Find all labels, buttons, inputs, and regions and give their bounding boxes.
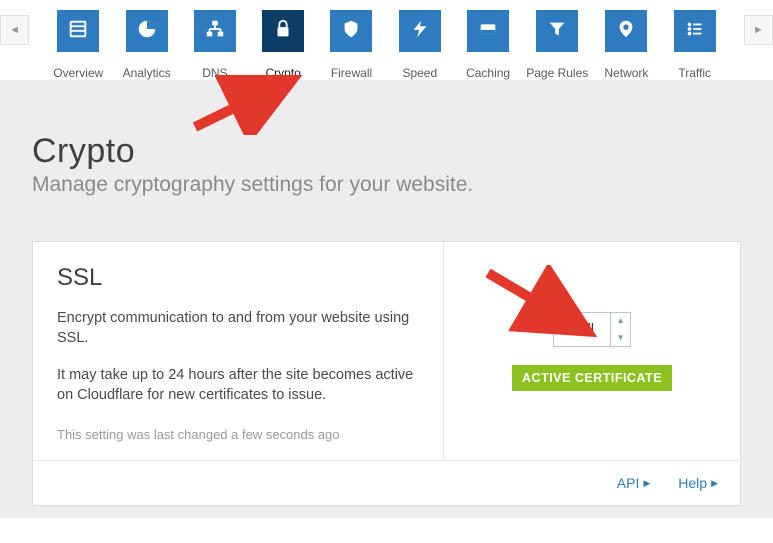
stepper-down-icon[interactable]: ▼ [611, 329, 630, 346]
ssl-desc: Encrypt communication to and from your w… [57, 308, 419, 349]
nav-item-speed[interactable]: Speed [393, 10, 447, 80]
funnel-icon [546, 18, 568, 45]
bolt-icon [409, 18, 431, 45]
nav-label: Page Rules [526, 66, 588, 80]
help-link-label: Help [678, 475, 707, 491]
nav-prev-button[interactable]: ◄ [0, 15, 29, 45]
nav-item-dns[interactable]: DNS [188, 10, 242, 80]
nav-item-caching[interactable]: Caching [461, 10, 515, 80]
ssl-card-footer: API ▶ Help ▶ [33, 460, 740, 505]
nav-label: Overview [53, 66, 103, 80]
ssl-card: SSL Encrypt communication to and from yo… [32, 241, 741, 506]
nav-label: Caching [466, 66, 510, 80]
ssl-card-left: SSL Encrypt communication to and from yo… [33, 242, 443, 460]
ssl-card-right: Full ▲ ▼ ACTIVE CERTIFICATE [443, 242, 740, 460]
ssl-mode-value: Full [554, 313, 610, 346]
pin-icon [615, 18, 637, 45]
caret-right-icon: ▶ [711, 478, 718, 489]
chevron-right-icon: ► [753, 24, 764, 36]
nav-item-crypto[interactable]: Crypto [256, 10, 310, 80]
nav-next-button[interactable]: ► [744, 15, 773, 45]
nav-label: Analytics [123, 66, 171, 80]
stepper-up-icon[interactable]: ▲ [611, 313, 630, 330]
ssl-mode-select[interactable]: Full ▲ ▼ [553, 312, 631, 347]
status-badge: ACTIVE CERTIFICATE [512, 365, 672, 391]
list-icon [684, 18, 706, 45]
nav-item-page-rules[interactable]: Page Rules [529, 10, 585, 80]
page-title: Crypto [32, 132, 741, 171]
drive-icon [477, 18, 499, 45]
lock-icon [272, 18, 294, 45]
chevron-left-icon: ◄ [9, 24, 20, 36]
nav-item-traffic[interactable]: Traffic [668, 10, 722, 80]
nav-bar: ◄ Overview Analytics DNS Crypto Firewall… [0, 0, 773, 80]
nav-label: DNS [202, 66, 227, 80]
ssl-title: SSL [57, 264, 419, 292]
help-link[interactable]: Help ▶ [678, 475, 718, 491]
nav-label: Speed [402, 66, 437, 80]
caret-right-icon: ▶ [643, 478, 650, 489]
dns-icon [204, 18, 226, 45]
api-link-label: API [617, 475, 640, 491]
api-link[interactable]: API ▶ [617, 475, 651, 491]
nav-item-overview[interactable]: Overview [51, 10, 105, 80]
nav-item-network[interactable]: Network [599, 10, 653, 80]
analytics-icon [136, 18, 158, 45]
page-subtitle: Manage cryptography settings for your we… [32, 173, 741, 197]
nav-label: Traffic [678, 66, 711, 80]
nav-label: Crypto [266, 66, 301, 80]
shield-icon [340, 18, 362, 45]
ssl-mode-steppers: ▲ ▼ [610, 313, 630, 346]
overview-icon [67, 18, 89, 45]
nav-label: Network [604, 66, 648, 80]
nav-item-analytics[interactable]: Analytics [119, 10, 173, 80]
nav-item-firewall[interactable]: Firewall [324, 10, 378, 80]
page-body: Crypto Manage cryptography settings for … [0, 80, 773, 518]
nav-label: Firewall [331, 66, 372, 80]
ssl-meta: This setting was last changed a few seco… [57, 427, 419, 442]
ssl-note: It may take up to 24 hours after the sit… [57, 365, 419, 406]
